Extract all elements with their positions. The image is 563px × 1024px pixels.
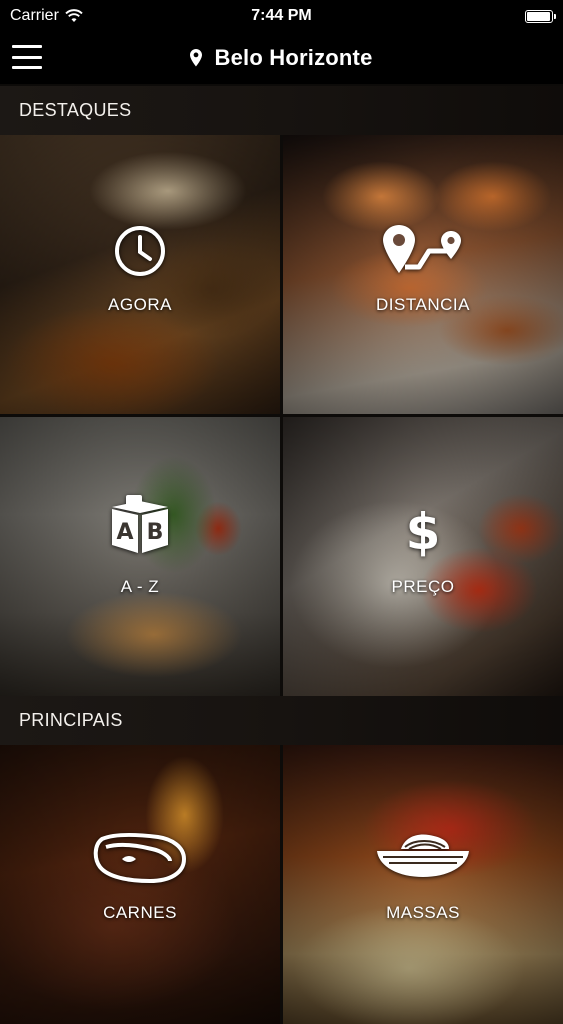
status-left: Carrier: [10, 7, 83, 25]
battery-level: [527, 11, 550, 21]
steak-icon: [93, 833, 187, 884]
svg-text:$: $: [406, 503, 441, 559]
location-selector[interactable]: Belo Horizonte: [0, 32, 563, 84]
tile-label: A - Z: [120, 577, 160, 596]
tile-label: DISTANCIA: [376, 295, 470, 314]
wifi-icon: [65, 9, 83, 22]
pasta-bowl-icon: [377, 834, 469, 877]
map-pin-icon: [190, 49, 203, 67]
section-header-principais: PRINCIPAIS: [0, 696, 563, 745]
tile-label: PREÇO: [391, 577, 455, 596]
navigation-bar: Belo Horizonte: [0, 32, 563, 84]
carrier-label: Carrier: [10, 7, 59, 24]
tile-massas[interactable]: MASSAS: [283, 745, 563, 1024]
tile-agora[interactable]: AGORA: [0, 135, 280, 414]
menu-line: [12, 66, 42, 69]
tile-a-z[interactable]: A B A - Z: [0, 417, 280, 696]
alphabet-blocks-icon: A B: [112, 495, 168, 553]
status-bar: Carrier 7:44 PM: [0, 0, 563, 32]
hamburger-menu-icon[interactable]: [12, 45, 42, 69]
tile-carnes[interactable]: CARNES: [0, 745, 280, 1024]
city-title: Belo Horizonte: [214, 45, 373, 70]
tile-label: AGORA: [108, 295, 172, 314]
svg-text:B: B: [147, 520, 164, 545]
menu-line: [12, 55, 42, 59]
tile-label: CARNES: [103, 903, 177, 922]
tile-label: MASSAS: [386, 903, 460, 922]
dollar-icon: $: [406, 503, 441, 559]
battery-icon: [525, 9, 556, 23]
menu-line: [12, 45, 42, 48]
status-time: 7:44 PM: [251, 7, 312, 24]
clock-icon: [115, 226, 165, 276]
svg-text:A: A: [116, 520, 133, 545]
tile-preco[interactable]: $ PREÇO: [283, 417, 563, 696]
route-distance-icon: [383, 225, 461, 273]
section-header-destaques: DESTAQUES: [0, 86, 563, 135]
tile-distancia[interactable]: DISTANCIA: [283, 135, 563, 414]
